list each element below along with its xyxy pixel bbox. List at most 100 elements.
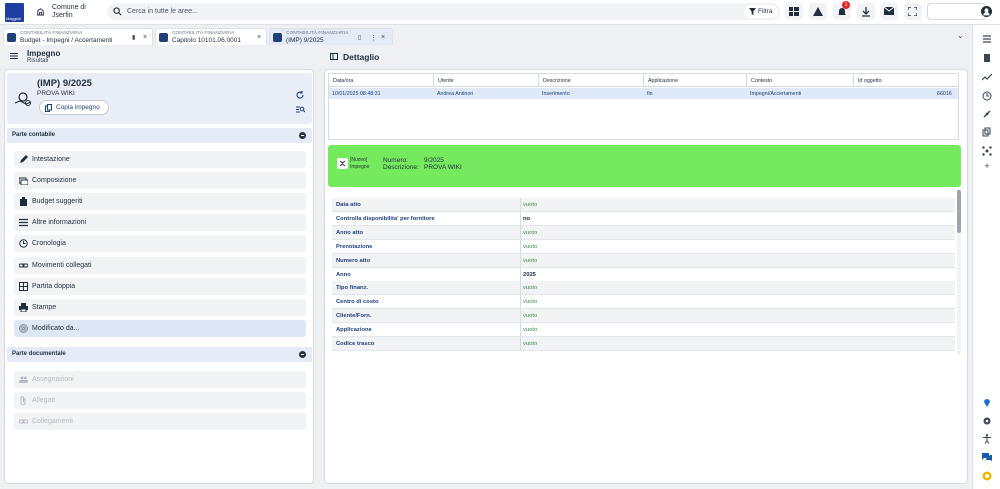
link-icon [19, 419, 28, 424]
menu-item-allegati[interactable]: Allegati [14, 392, 306, 410]
layers-icon [19, 177, 28, 186]
col-header[interactable]: Applicazione [644, 74, 747, 87]
refresh-icon[interactable] [296, 91, 304, 99]
filter-button[interactable]: Filtra [744, 5, 778, 18]
mail-button[interactable] [880, 3, 898, 20]
module-icon [159, 33, 168, 42]
close-tab-icon[interactable]: × [381, 34, 385, 41]
plug-icon[interactable] [982, 109, 992, 119]
menu-item-label: Composizione [32, 177, 77, 185]
notifications-button[interactable]: 1 [833, 1, 851, 20]
settings-list-icon[interactable] [982, 34, 992, 44]
detail-key: Numero atto [336, 257, 371, 264]
search-icon [113, 7, 122, 16]
copy-icon [45, 104, 52, 112]
scrollbar-thumb[interactable] [957, 190, 961, 233]
account-icon[interactable] [981, 6, 992, 17]
detail-key: Anno [336, 271, 351, 278]
building-icon[interactable] [36, 7, 45, 16]
maggioli-logo[interactable]: Maggioli [5, 3, 24, 22]
book-icon[interactable] [982, 53, 992, 63]
budget-icon [20, 197, 27, 207]
menu-item-assegnazioni[interactable]: Assegnazioni [14, 371, 306, 388]
menu-item-altre-informazioni[interactable]: Altre informazioni [14, 214, 306, 232]
user-selector[interactable] [927, 3, 986, 20]
bookmark-icon[interactable]: ▮ [132, 34, 135, 41]
table-cell: Inserimento [542, 91, 570, 97]
network-icon[interactable] [982, 146, 992, 156]
menu-item-collegamenti[interactable]: Collegamenti [14, 413, 306, 431]
menu-item-composizione[interactable]: Composizione [14, 172, 306, 190]
detail-value: vuoto [520, 309, 537, 323]
left-panel: (IMP) 9/2025 PROVA WIKI Copia impegno Pa… [4, 69, 314, 484]
collapse-arrows-icon[interactable] [337, 158, 348, 169]
history-icon [19, 239, 28, 249]
support-icon[interactable] [982, 471, 992, 481]
copy-icon[interactable] [982, 127, 992, 137]
add-icon[interactable]: + [982, 161, 992, 171]
warning-button[interactable] [809, 3, 827, 20]
col-header[interactable]: Descrizione [539, 74, 644, 87]
menu-item-label: Intestazione [32, 156, 70, 163]
panel-icon[interactable] [330, 53, 338, 60]
table-row[interactable]: 10/01/2025 08:48:31 Andrea Antinori Inse… [329, 88, 958, 99]
col-header[interactable]: Data/ora [329, 74, 434, 87]
download-button[interactable] [857, 3, 875, 20]
apps-button[interactable] [785, 3, 803, 20]
col-header[interactable]: Id oggetto [854, 74, 958, 87]
chat-icon[interactable] [982, 452, 992, 462]
detail-row: Centro di costo vuoto [332, 295, 955, 310]
search-list-icon[interactable] [296, 106, 305, 113]
menu-item-label: Partita doppia [32, 282, 76, 290]
tab-capitolo[interactable]: CONTABILITÀ FINANZIARIA Capitolo 10101.0… [155, 28, 267, 45]
chevron-down-icon[interactable]: ⌄ [957, 31, 964, 40]
table-cell: fin [647, 91, 653, 97]
detail-value: vuoto [520, 337, 537, 350]
detail-value: vuoto [520, 225, 537, 239]
copy-impegno-button[interactable]: Copia impegno [39, 100, 109, 115]
chart-line-icon[interactable] [982, 72, 992, 82]
more-icon[interactable]: ⋮ [370, 34, 377, 42]
history-icon[interactable] [982, 91, 992, 101]
gear-icon[interactable] [982, 416, 992, 426]
menu-item-cronologia[interactable]: Cronologia [14, 235, 306, 253]
right-panel: Data/ora Utente Descrizione Applicazione… [324, 69, 968, 484]
detail-value: vuoto [520, 239, 537, 253]
module-icon [273, 33, 282, 42]
tab-impegno[interactable]: CONTABILITÀ FINANZIARIA (IMP) 9/2025 ▯ ⋮… [269, 28, 393, 45]
location-icon[interactable] [982, 397, 992, 407]
menu-icon[interactable] [10, 53, 18, 59]
pencil-icon [20, 155, 28, 163]
fullscreen-button[interactable] [904, 3, 922, 20]
detail-value: vuoto [520, 323, 537, 337]
impegno-title: (IMP) 9/2025 [37, 78, 92, 89]
menu-item-partita-doppia[interactable]: Partita doppia [14, 277, 306, 295]
close-tab-icon[interactable]: × [257, 34, 261, 41]
close-tab-icon[interactable]: × [143, 34, 147, 41]
menu-item-movimenti-collegati[interactable]: Movimenti collegati [14, 256, 306, 274]
right-header: Dettaglio [322, 45, 972, 67]
tab-budget[interactable]: CONTABILITÀ FINANZIARIA Budget - Impegni… [3, 28, 153, 45]
global-search[interactable]: Cerca in tutte le aree... Filtra [107, 3, 780, 20]
menu-item-intestazione[interactable]: Intestazione [14, 151, 306, 168]
menu-item-budget-suggeriti[interactable]: Budget suggeriti [14, 193, 306, 211]
printer-icon [19, 302, 28, 312]
tab-bar: CONTABILITÀ FINANZIARIA Budget - Impegni… [0, 25, 970, 45]
impegno-subtitle: PROVA WIKI [37, 90, 75, 97]
detail-row: Tipo finanz. vuoto [332, 281, 955, 296]
grid-icon [789, 7, 799, 16]
col-header[interactable]: Contesto [747, 74, 854, 87]
section-parte-documentale[interactable]: Parte documentale [7, 347, 312, 362]
section-parte-contabile[interactable]: Parte contabile [7, 128, 312, 143]
list-icon [19, 219, 28, 227]
collapse-icon[interactable] [299, 132, 306, 139]
menu-item-stampe[interactable]: Stampe [14, 298, 306, 316]
bookmark-icon[interactable]: ▯ [358, 34, 361, 41]
ledger-icon [19, 281, 28, 291]
collapse-icon[interactable] [299, 351, 306, 358]
accessibility-icon[interactable] [982, 434, 992, 444]
col-header[interactable]: Utente [434, 74, 539, 87]
detail-scrollbar[interactable] [957, 190, 961, 355]
menu-item-modificato-da[interactable]: Modificato da... [14, 319, 306, 337]
detail-row: Anno 2025 [332, 267, 955, 282]
